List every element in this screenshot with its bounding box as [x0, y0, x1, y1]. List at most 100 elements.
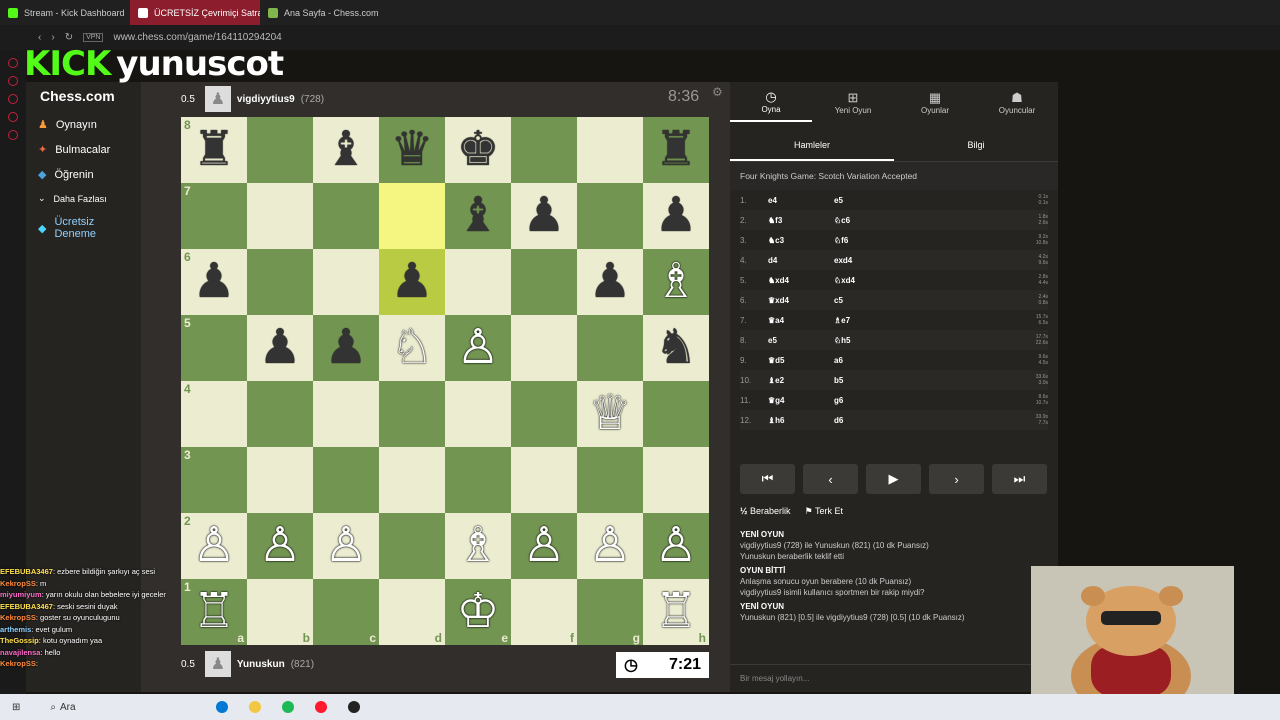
black-move[interactable]: g6: [834, 396, 974, 405]
opera-icon[interactable]: [314, 701, 327, 713]
square-e1[interactable]: e ♔: [445, 579, 511, 645]
x-icon[interactable]: [8, 112, 18, 122]
sidebar-item-puzzles[interactable]: ✦ Bulmacalar: [26, 137, 141, 162]
square-e5[interactable]: ♙: [445, 315, 511, 381]
square-f8[interactable]: [511, 117, 577, 183]
draw-button[interactable]: ½ Beraberlik: [740, 506, 791, 517]
url-field[interactable]: www.chess.com/game/164110294204: [113, 32, 281, 43]
chess-logo[interactable]: Chess.com: [40, 88, 115, 104]
square-h3[interactable]: [643, 447, 709, 513]
search-icon[interactable]: ⌕: [50, 702, 56, 713]
black-move[interactable]: b5: [834, 376, 974, 385]
square-e3[interactable]: [445, 447, 511, 513]
white-move[interactable]: ♞xd4: [768, 276, 834, 285]
next-move-button[interactable]: ›: [929, 464, 984, 494]
white-move[interactable]: ♝e2: [768, 376, 834, 385]
tab-new-game[interactable]: ⊞ Yeni Oyun: [812, 82, 894, 122]
chess-piece[interactable]: ♙: [456, 324, 499, 372]
square-e4[interactable]: [445, 381, 511, 447]
square-d6[interactable]: ♟: [379, 249, 445, 315]
chess-board[interactable]: 8 ♜ ♝ ♛ ♚ ♜ 7 ♝ ♟ ♟ 6 ♟ ♟ ♟ ♗ 5 ♟ ♟ ♘ ♙ ♞ 4 ♕ 3 2 ♙ ♙ ♙ ♗ ♙ ♙ ♙ 1 a ♖ b c d e ♔…: [181, 117, 709, 645]
chat-username[interactable]: TheGossip: [0, 636, 39, 645]
white-move[interactable]: ♛g4: [768, 396, 834, 405]
vpn-badge[interactable]: VPN: [83, 33, 104, 42]
square-f5[interactable]: [511, 315, 577, 381]
white-move[interactable]: e4: [768, 196, 834, 205]
whatsapp-icon[interactable]: [8, 76, 18, 86]
chat-username[interactable]: EFEBUBA3467: [0, 602, 53, 611]
square-g7[interactable]: [577, 183, 643, 249]
square-f6[interactable]: [511, 249, 577, 315]
square-f2[interactable]: ♙: [511, 513, 577, 579]
chess-piece[interactable]: ♔: [456, 588, 499, 636]
square-c4[interactable]: [313, 381, 379, 447]
square-g4[interactable]: ♕: [577, 381, 643, 447]
chess-piece[interactable]: ♙: [522, 522, 565, 570]
chess-piece[interactable]: ♟: [390, 258, 433, 306]
square-b6[interactable]: [247, 249, 313, 315]
chess-piece[interactable]: ♙: [192, 522, 235, 570]
chess-piece[interactable]: ♟: [522, 192, 565, 240]
chess-piece[interactable]: ♟: [324, 324, 367, 372]
white-move[interactable]: ♝h6: [768, 416, 834, 425]
square-c7[interactable]: [313, 183, 379, 249]
square-d5[interactable]: ♘: [379, 315, 445, 381]
chess-piece[interactable]: ♙: [258, 522, 301, 570]
square-g6[interactable]: ♟: [577, 249, 643, 315]
tab-chess-game[interactable]: ÜCRETSİZ Çevrimiçi Satra: [130, 0, 260, 25]
square-b5[interactable]: ♟: [247, 315, 313, 381]
square-h2[interactable]: ♙: [643, 513, 709, 579]
folder-icon[interactable]: [248, 701, 261, 713]
tab-players[interactable]: ☗ Oyuncular: [976, 82, 1058, 122]
twitch-icon[interactable]: [8, 58, 18, 68]
square-g3[interactable]: [577, 447, 643, 513]
chess-piece[interactable]: ♛: [390, 126, 433, 174]
white-move[interactable]: ♞c3: [768, 236, 834, 245]
chess-piece[interactable]: ♘: [390, 324, 433, 372]
black-move[interactable]: ♘xd4: [834, 276, 974, 285]
back-icon[interactable]: ‹: [38, 32, 41, 43]
chess-piece[interactable]: ♚: [456, 126, 499, 174]
chess-piece[interactable]: ♙: [324, 522, 367, 570]
first-move-button[interactable]: ⏮: [740, 464, 795, 494]
chess-piece[interactable]: ♖: [654, 588, 697, 636]
square-b1[interactable]: b: [247, 579, 313, 645]
square-d1[interactable]: d: [379, 579, 445, 645]
chess-piece[interactable]: ♟: [258, 324, 301, 372]
forward-icon[interactable]: ›: [51, 32, 54, 43]
chat-username[interactable]: KekropSS: [0, 579, 36, 588]
black-move[interactable]: d6: [834, 416, 974, 425]
white-move[interactable]: ♛xd4: [768, 296, 834, 305]
chat-username[interactable]: navajilensa: [0, 648, 40, 657]
white-move[interactable]: d4: [768, 256, 834, 265]
square-c6[interactable]: [313, 249, 379, 315]
tab-games[interactable]: ▦ Oyunlar: [894, 82, 976, 122]
square-d7[interactable]: [379, 183, 445, 249]
square-b8[interactable]: [247, 117, 313, 183]
square-g5[interactable]: [577, 315, 643, 381]
prev-move-button[interactable]: ‹: [803, 464, 858, 494]
black-move[interactable]: ♗e7: [834, 316, 974, 325]
square-h5[interactable]: ♞: [643, 315, 709, 381]
tab-moves[interactable]: Hamleler: [730, 128, 894, 161]
square-c1[interactable]: c: [313, 579, 379, 645]
square-a6[interactable]: 6 ♟: [181, 249, 247, 315]
tab-kick-dashboard[interactable]: Stream - Kick Dashboard: [0, 0, 130, 25]
white-move[interactable]: ♛a4: [768, 316, 834, 325]
message-input[interactable]: Bir mesaj yollayın...: [730, 664, 1058, 692]
chat-username[interactable]: arthemis: [0, 625, 31, 634]
tab-chess-home[interactable]: Ana Sayfa - Chess.com: [260, 0, 390, 25]
square-f3[interactable]: [511, 447, 577, 513]
square-d3[interactable]: [379, 447, 445, 513]
square-c2[interactable]: ♙: [313, 513, 379, 579]
square-a4[interactable]: 4: [181, 381, 247, 447]
chess-piece[interactable]: ♝: [456, 192, 499, 240]
square-d8[interactable]: ♛: [379, 117, 445, 183]
square-h8[interactable]: ♜: [643, 117, 709, 183]
resign-button[interactable]: ⚑ Terk Et: [805, 506, 843, 517]
black-move[interactable]: ♘c6: [834, 216, 974, 225]
chess-piece[interactable]: ♟: [654, 192, 697, 240]
taskbar-search[interactable]: Ara: [60, 702, 76, 713]
square-a8[interactable]: 8 ♜: [181, 117, 247, 183]
square-b7[interactable]: [247, 183, 313, 249]
